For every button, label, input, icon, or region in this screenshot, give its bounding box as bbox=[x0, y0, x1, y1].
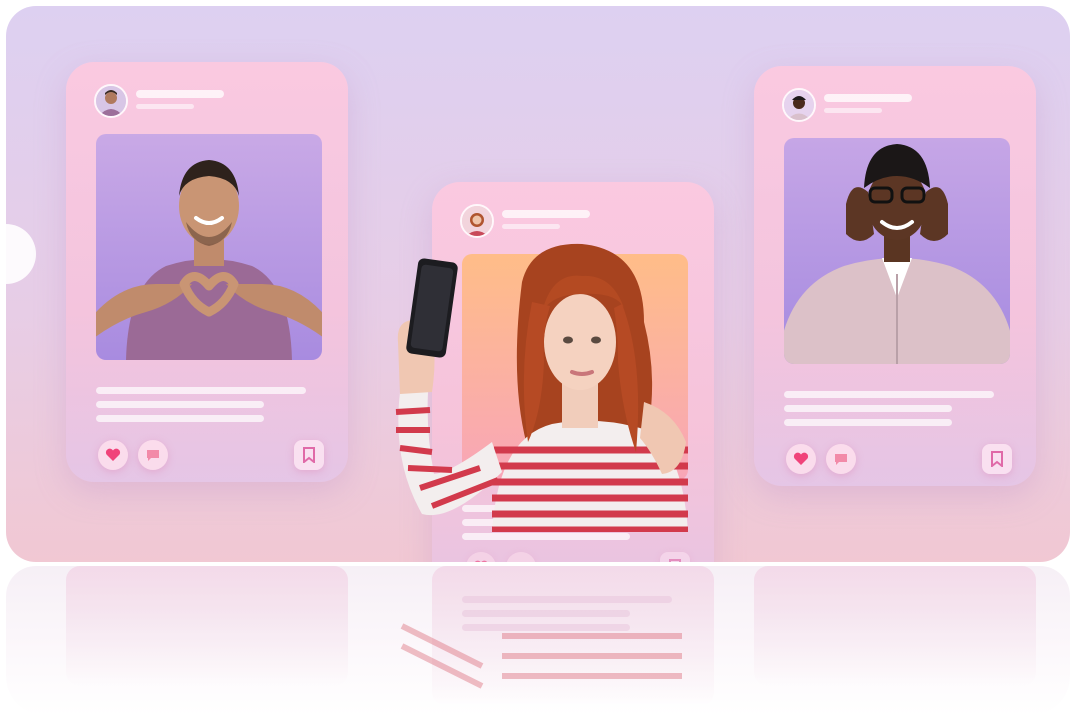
username-placeholder bbox=[502, 210, 590, 218]
caption-line bbox=[96, 401, 264, 408]
woman-selfie-illustration bbox=[395, 243, 688, 532]
heart-icon bbox=[474, 560, 488, 562]
comment-button[interactable] bbox=[826, 444, 856, 474]
post-header bbox=[94, 84, 294, 118]
caption-line bbox=[784, 405, 952, 412]
avatar[interactable] bbox=[782, 88, 816, 122]
post-card-right[interactable] bbox=[754, 66, 1036, 486]
username-placeholder bbox=[824, 94, 912, 102]
timestamp-placeholder bbox=[824, 108, 882, 113]
caption-line bbox=[784, 391, 994, 398]
caption-line bbox=[96, 387, 306, 394]
post-header bbox=[460, 204, 660, 238]
caption-line bbox=[784, 419, 952, 426]
reflection-line bbox=[462, 596, 672, 603]
post-photo bbox=[96, 134, 322, 360]
reflection-woman bbox=[400, 623, 682, 689]
caption-line bbox=[96, 415, 264, 422]
like-button[interactable] bbox=[786, 444, 816, 474]
timestamp-placeholder bbox=[502, 224, 560, 229]
heart-icon bbox=[105, 448, 121, 461]
man-heart-hands-illustration bbox=[96, 160, 322, 360]
partial-card-edge bbox=[6, 224, 36, 284]
save-button[interactable] bbox=[660, 552, 690, 562]
bookmark-icon bbox=[669, 559, 681, 562]
reflection-right-card bbox=[754, 566, 1036, 686]
caption-line bbox=[462, 533, 630, 540]
username-placeholder bbox=[136, 90, 224, 98]
post-photo bbox=[784, 138, 1010, 364]
social-feed-illustration bbox=[6, 6, 1070, 562]
floor-reflection bbox=[6, 566, 1070, 716]
comment-icon bbox=[513, 560, 529, 562]
like-button[interactable] bbox=[98, 440, 128, 470]
comment-icon bbox=[147, 450, 159, 461]
timestamp-placeholder bbox=[136, 104, 194, 109]
save-button[interactable] bbox=[982, 444, 1012, 474]
comment-icon bbox=[835, 454, 847, 465]
post-header bbox=[782, 88, 982, 122]
bookmark-icon bbox=[991, 451, 1003, 467]
post-card-left[interactable] bbox=[66, 62, 348, 482]
avatar[interactable] bbox=[94, 84, 128, 118]
man-headphones-illustration bbox=[784, 144, 1010, 364]
save-button[interactable] bbox=[294, 440, 324, 470]
heart-icon bbox=[793, 452, 809, 465]
comment-button[interactable] bbox=[138, 440, 168, 470]
bookmark-icon bbox=[303, 447, 315, 463]
avatar[interactable] bbox=[460, 204, 494, 238]
reflection-left-card bbox=[66, 566, 348, 686]
